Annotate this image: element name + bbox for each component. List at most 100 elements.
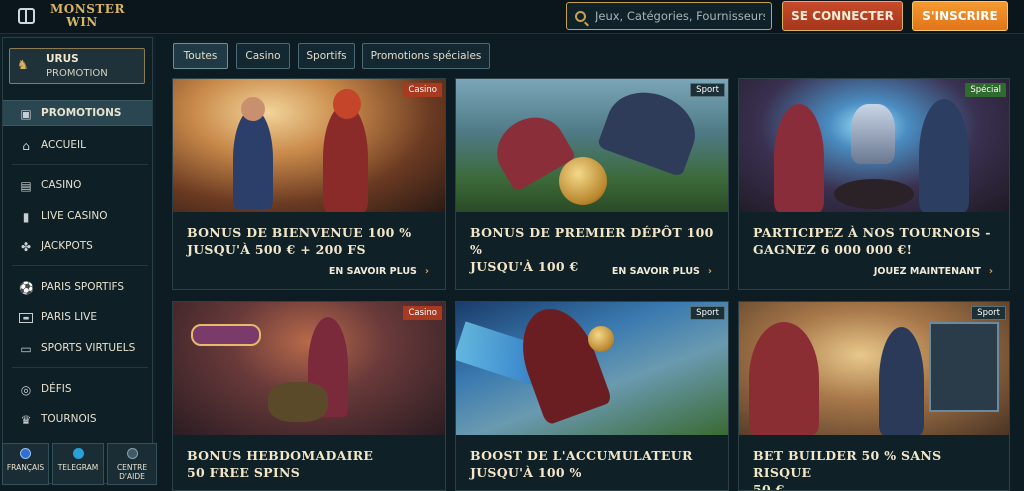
promo-title-line: GAGNEZ 6 000 000 €!: [753, 242, 913, 257]
help-center-button[interactable]: CENTRE D'AIDE: [107, 443, 157, 485]
sidebar-bottom-buttons: FRANÇAIS TELEGRAM CENTRE D'AIDE: [0, 443, 157, 486]
promo-card-weekly-bonus[interactable]: Casino BONUS HEBDOMADAIRE 50 FREE SPINS: [172, 301, 446, 491]
sidebar: ♞ URUS PROMOTION ▣ PROMOTIONS ⌂ ACCUEIL …: [0, 35, 156, 486]
telegram-icon: [72, 448, 84, 459]
chevron-right-icon: ›: [424, 266, 429, 277]
promo-title-line: JUSQU'À 500 € + 200 FS: [187, 242, 366, 257]
promo-card-image: [456, 79, 728, 212]
sidebar-item-label: JACKPOTS: [41, 240, 93, 252]
promo-title-line: BOOST DE L'ACCUMULATEUR: [470, 448, 693, 463]
rider-icon: ♞: [17, 58, 29, 73]
chevron-right-icon: ›: [707, 266, 712, 277]
help-icon: [126, 448, 138, 459]
cards-icon: ▮: [22, 210, 30, 224]
promo-banner-title: URUS: [46, 53, 79, 65]
globe-icon: [20, 448, 31, 459]
soccer-ball-icon: ⚽: [19, 281, 34, 295]
login-button[interactable]: SE CONNECTER: [782, 1, 903, 31]
promo-title-line: BONUS DE BIENVENUE 100 %: [187, 225, 412, 240]
cta-label: EN SAVOIR PLUS: [611, 266, 700, 277]
promo-title-line: BONUS HEBDOMADAIRE: [187, 448, 374, 463]
chevron-right-icon: ›: [988, 266, 993, 277]
telegram-button[interactable]: TELEGRAM: [52, 443, 104, 485]
home-icon: ⌂: [22, 139, 30, 153]
filter-casino[interactable]: Casino: [236, 43, 290, 69]
filter-toutes[interactable]: Toutes: [173, 43, 228, 69]
learn-more-link[interactable]: EN SAVOIR PLUS ›: [612, 266, 712, 277]
signup-button[interactable]: S'INSCRIRE: [912, 1, 1008, 31]
divider: [12, 265, 148, 266]
promo-card-title: BONUS DE BIENVENUE 100 % JUSQU'À 500 € +…: [187, 224, 437, 258]
sidebar-item-jackpots[interactable]: ✤ JACKPOTS: [3, 234, 152, 260]
live-icon: ▬: [19, 313, 33, 323]
sidebar-item-label: ACCUEIL: [41, 139, 86, 151]
sidebar-item-label: PARIS LIVE: [41, 311, 98, 323]
telegram-label: TELEGRAM: [57, 463, 99, 472]
category-badge: Sport: [971, 306, 1006, 320]
divider: [12, 164, 148, 165]
promo-card-image: [173, 79, 445, 212]
search-input[interactable]: [595, 9, 765, 23]
learn-more-link[interactable]: EN SAVOIR PLUS ›: [329, 266, 429, 277]
logo[interactable]: MONSTER WIN: [50, 0, 124, 32]
sidebar-item-label: SPORTS VIRTUELS: [41, 342, 136, 354]
promo-card-welcome-bonus[interactable]: Casino BONUS DE BIENVENUE 100 % JUSQU'À …: [172, 78, 446, 290]
promo-title-line: 50 €: [753, 482, 785, 491]
category-badge: Spécial: [965, 83, 1006, 97]
sidebar-item-label: CASINO: [41, 179, 82, 191]
sidebar-item-defis[interactable]: ◎ DÉFIS: [3, 377, 152, 403]
logo-line2: WIN: [66, 15, 98, 29]
play-now-link[interactable]: JOUEZ MAINTENANT ›: [874, 266, 993, 277]
promo-title-line: PARTICIPEZ À NOS TOURNOIS -: [753, 225, 991, 240]
promo-card-image: [739, 302, 1009, 435]
sidebar-item-tournois[interactable]: ♛ TOURNOIS: [3, 407, 152, 433]
promo-banner-subtitle: PROMOTION: [46, 68, 108, 79]
promo-card-tournaments[interactable]: Spécial PARTICIPEZ À NOS TOURNOIS - GAGN…: [738, 78, 1010, 290]
sidebar-item-accueil[interactable]: ⌂ ACCUEIL: [3, 133, 152, 159]
sidebar-item-paris-sportifs[interactable]: ⚽ PARIS SPORTIFS: [3, 275, 152, 301]
category-badge: Casino: [403, 83, 442, 97]
promo-card-image: [739, 79, 1009, 212]
category-badge: Sport: [690, 306, 725, 320]
promo-title-line: 50 FREE SPINS: [187, 465, 301, 480]
search-box[interactable]: [566, 2, 772, 30]
language-button[interactable]: FRANÇAIS: [2, 443, 49, 485]
clover-icon: ✤: [20, 240, 32, 254]
promo-card-title: BONUS HEBDOMADAIRE 50 FREE SPINS: [187, 447, 437, 481]
sidebar-item-paris-live[interactable]: ▬ PARIS LIVE: [3, 305, 152, 331]
help-label: CENTRE D'AIDE: [116, 463, 148, 481]
promo-card-image: [456, 302, 728, 435]
sidebar-item-live-casino[interactable]: ▮ LIVE CASINO: [3, 204, 152, 230]
filter-sportifs[interactable]: Sportifs: [298, 43, 355, 69]
sidebar-toggle-icon[interactable]: [18, 8, 35, 24]
category-badge: Sport: [690, 83, 725, 97]
cta-label: EN SAVOIR PLUS: [328, 266, 417, 277]
promo-card-accumulator-boost[interactable]: Sport BOOST DE L'ACCUMULATEUR JUSQU'À 10…: [455, 301, 729, 491]
sidebar-item-promotions[interactable]: ▣ PROMOTIONS: [3, 100, 152, 126]
sidebar-item-casino[interactable]: ▤ CASINO: [3, 173, 152, 199]
promo-card-image: [173, 302, 445, 435]
promo-card-first-deposit[interactable]: Sport BONUS DE PREMIER DÉPÔT 100 % JUSQU…: [455, 78, 729, 290]
promo-card-title: PARTICIPEZ À NOS TOURNOIS - GAGNEZ 6 000…: [753, 224, 1003, 258]
sidebar-item-label: LIVE CASINO: [41, 210, 108, 222]
sidebar-item-label: DÉFIS: [41, 383, 72, 395]
top-bar: MONSTER WIN SE CONNECTER S'INSCRIRE: [0, 0, 1024, 34]
divider: [12, 367, 148, 368]
promo-title-line: BET BUILDER 50 % SANS RISQUE: [753, 448, 942, 480]
filter-promotions-speciales[interactable]: Promotions spéciales: [362, 43, 490, 69]
sidebar-item-label: TOURNOIS: [41, 413, 97, 425]
sidebar-item-sports-virtuels[interactable]: ▭ SPORTS VIRTUELS: [3, 336, 152, 362]
cta-label: JOUEZ MAINTENANT: [873, 266, 981, 277]
promo-card-title: BOOST DE L'ACCUMULATEUR JUSQU'À 100 %: [470, 447, 720, 481]
promo-title-line: BONUS DE PREMIER DÉPÔT 100 %: [470, 225, 714, 257]
category-badge: Casino: [403, 306, 442, 320]
promo-title-line: JUSQU'À 100 %: [470, 465, 582, 480]
promo-card-bet-builder[interactable]: Sport BET BUILDER 50 % SANS RISQUE 50 €: [738, 301, 1010, 491]
gift-icon: ▣: [20, 107, 32, 121]
monitor-icon: ▭: [20, 342, 32, 356]
medal-icon: ◎: [20, 383, 32, 397]
slot-machine-icon: ▤: [20, 179, 32, 193]
trophy-icon: ♛: [20, 413, 32, 427]
search-icon: [575, 10, 586, 22]
urus-promotion-banner[interactable]: ♞ URUS PROMOTION: [9, 48, 145, 84]
